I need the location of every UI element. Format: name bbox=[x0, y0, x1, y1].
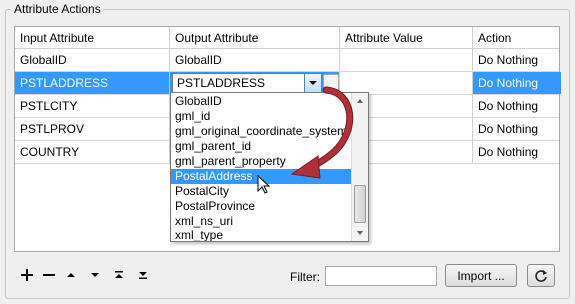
dropdown-item[interactable]: xml_ns_uri bbox=[171, 214, 351, 229]
action-cell[interactable]: Do Nothing bbox=[473, 49, 561, 71]
table-row[interactable]: GlobalID GlobalID Do Nothing bbox=[15, 49, 559, 72]
dropdown-item[interactable]: PostalProvince bbox=[171, 199, 351, 214]
action-cell[interactable]: Do Nothing bbox=[473, 72, 561, 94]
column-header-output[interactable]: Output Attribute bbox=[170, 27, 340, 49]
action-cell[interactable]: Do Nothing bbox=[473, 95, 561, 117]
move-top-icon[interactable] bbox=[110, 266, 128, 284]
scroll-down-button[interactable] bbox=[352, 225, 368, 241]
output-attribute-cell[interactable]: GlobalID bbox=[170, 49, 340, 71]
filter-input[interactable] bbox=[325, 266, 437, 286]
table-header: Input Attribute Output Attribute Attribu… bbox=[15, 27, 559, 49]
mouse-pointer-icon bbox=[257, 175, 271, 194]
group-title: Attribute Actions bbox=[11, 2, 104, 16]
combobox-value: PSTLADDRESS bbox=[177, 76, 266, 90]
column-header-input[interactable]: Input Attribute bbox=[15, 27, 170, 49]
attribute-value-cell[interactable] bbox=[340, 49, 473, 71]
refresh-icon bbox=[535, 269, 547, 282]
plus-icon[interactable] bbox=[18, 266, 36, 284]
column-header-value[interactable]: Attribute Value bbox=[340, 27, 473, 49]
refresh-button[interactable] bbox=[527, 264, 555, 287]
scroll-down-icon bbox=[357, 231, 363, 235]
action-cell[interactable]: Do Nothing bbox=[473, 118, 561, 140]
filter-label: Filter: bbox=[290, 270, 320, 284]
scrollbar-thumb[interactable] bbox=[354, 185, 366, 223]
input-attribute-cell[interactable]: PSTLADDRESS bbox=[15, 72, 170, 94]
move-down-icon[interactable] bbox=[86, 266, 104, 284]
annotation-arrow-icon bbox=[290, 86, 354, 179]
import-button[interactable]: Import ... bbox=[445, 264, 517, 287]
input-attribute-cell[interactable]: PSTLPROV bbox=[15, 118, 170, 140]
move-bottom-icon[interactable] bbox=[134, 266, 152, 284]
move-up-icon[interactable] bbox=[62, 266, 80, 284]
input-attribute-cell[interactable]: COUNTRY bbox=[15, 141, 170, 163]
input-attribute-cell[interactable]: GlobalID bbox=[15, 49, 170, 71]
action-cell[interactable]: Do Nothing bbox=[473, 141, 561, 163]
minus-icon[interactable] bbox=[40, 266, 58, 284]
input-attribute-cell[interactable]: PSTLCITY bbox=[15, 95, 170, 117]
column-header-action[interactable]: Action bbox=[473, 27, 561, 49]
dropdown-item[interactable]: xml_type bbox=[171, 229, 351, 241]
import-button-label: Import ... bbox=[457, 268, 505, 283]
